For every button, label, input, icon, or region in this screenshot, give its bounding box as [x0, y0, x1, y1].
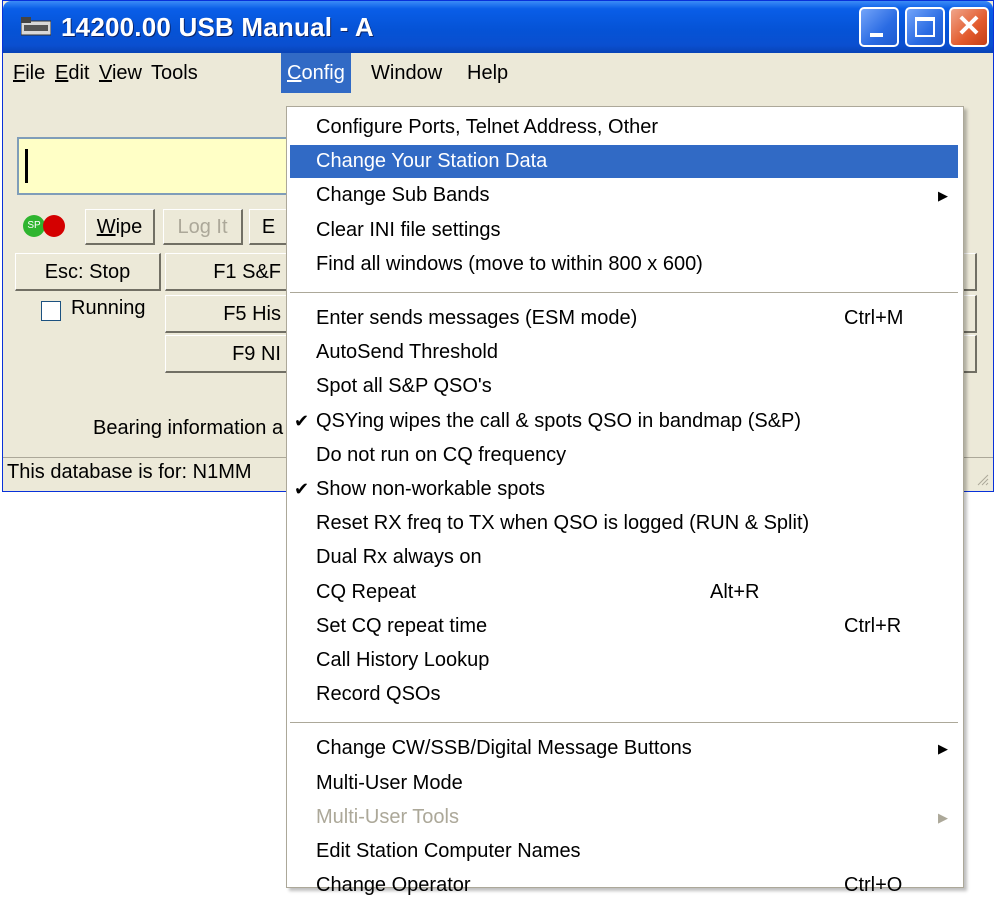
- menu-item[interactable]: Change Sub Bands ▶: [290, 179, 958, 212]
- menu-item-shortcut: Ctrl+R: [844, 614, 902, 637]
- menu-item-label: Set CQ repeat time: [316, 614, 488, 637]
- f1-button[interactable]: F1 S&F: [165, 253, 289, 291]
- f9-button[interactable]: F9 NI: [165, 335, 289, 373]
- submenu-arrow-icon: ▶: [938, 741, 948, 757]
- menu-item[interactable]: Set CQ repeat time Ctrl+R: [290, 610, 958, 643]
- menu-item-label: AutoSend Threshold: [316, 341, 498, 364]
- menu-item[interactable]: AutoSend Threshold: [290, 336, 958, 369]
- menu-item[interactable]: Record QSOs: [290, 678, 958, 711]
- menu-separator: [290, 722, 958, 724]
- menu-item-label: Change Operator: [316, 874, 471, 897]
- menu-item-label: Find all windows (move to within 800 x 6…: [316, 252, 703, 275]
- menu-item-label: Multi-User Tools: [316, 805, 459, 828]
- minimize-button[interactable]: [859, 7, 899, 47]
- menu-tools[interactable]: Tools: [145, 53, 204, 93]
- app-icon: [21, 17, 51, 36]
- callsign-entry[interactable]: [17, 137, 317, 195]
- menu-item-shortcut: Ctrl+O: [844, 874, 903, 897]
- log-it-button[interactable]: Log It: [163, 209, 243, 245]
- menu-item[interactable]: ✔ Show non-workable spots: [290, 473, 958, 506]
- menu-item-label: Dual Rx always on: [316, 546, 482, 569]
- menu-view[interactable]: View: [93, 53, 148, 93]
- menu-item: Multi-User Tools ▶: [290, 801, 958, 834]
- menu-item-label: QSYing wipes the call & spots QSO in ban…: [316, 409, 802, 432]
- config-menu: Configure Ports, Telnet Address, Other Ch…: [286, 106, 964, 896]
- running-label: Running: [71, 297, 146, 319]
- menu-item[interactable]: Configure Ports, Telnet Address, Other: [290, 111, 958, 144]
- edit-button[interactable]: E: [249, 209, 289, 245]
- close-icon: ✕: [956, 10, 982, 43]
- menu-item-label: Change CW/SSB/Digital Message Buttons: [316, 737, 692, 760]
- menu-help[interactable]: Help: [461, 53, 514, 93]
- running-checkbox[interactable]: [41, 301, 61, 321]
- menu-edit[interactable]: Edit: [49, 53, 95, 93]
- menu-item[interactable]: Enter sends messages (ESM mode) Ctrl+M: [290, 302, 958, 335]
- menu-item[interactable]: Do not run on CQ frequency: [290, 439, 958, 472]
- maximize-icon: [915, 17, 935, 37]
- status-text: This database is for: N1MM: [7, 461, 252, 483]
- menu-item[interactable]: Multi-User Mode: [290, 767, 958, 800]
- esc-stop-button[interactable]: Esc: Stop: [15, 253, 161, 291]
- f5-button[interactable]: F5 His: [165, 295, 289, 333]
- menu-item-shortcut: Ctrl+M: [844, 307, 904, 329]
- menu-item-label: Show non-workable spots: [316, 478, 546, 500]
- menu-item-label: Change Your Station Data: [316, 150, 548, 173]
- menu-item[interactable]: Change Operator Ctrl+O: [290, 869, 958, 902]
- menu-item-label: Clear INI file settings: [316, 218, 501, 241]
- menu-item-label: Record QSOs: [316, 683, 441, 706]
- menu-item[interactable]: Change Your Station Data: [290, 145, 958, 179]
- close-button[interactable]: ✕: [949, 7, 989, 47]
- checkmark-icon: ✔: [294, 479, 310, 499]
- text-caret: [25, 149, 28, 183]
- menu-item-label: CQ Repeat: [316, 580, 417, 603]
- menu-item[interactable]: Find all windows (move to within 800 x 6…: [290, 248, 958, 281]
- menu-item-label: Edit Station Computer Names: [316, 840, 581, 862]
- menu-item-label: Reset RX freq to TX when QSO is logged (…: [316, 512, 810, 535]
- menu-file[interactable]: File: [7, 53, 51, 93]
- run-indicator: [43, 215, 65, 237]
- menu-window[interactable]: Window: [365, 53, 448, 93]
- menu-item[interactable]: Dual Rx always on: [290, 541, 958, 574]
- menu-item-label: Call History Lookup: [316, 649, 490, 671]
- menu-separator: [290, 292, 958, 293]
- menu-item-label: Change Sub Bands: [316, 184, 490, 207]
- sp-indicator: SP: [23, 215, 45, 237]
- menu-item-label: Enter sends messages (ESM mode): [316, 307, 638, 329]
- menu-item[interactable]: Edit Station Computer Names: [290, 835, 958, 868]
- menu-item[interactable]: Clear INI file settings: [290, 214, 958, 247]
- menu-item[interactable]: Spot all S&P QSO's: [290, 370, 958, 403]
- menu-config[interactable]: Config: [281, 53, 351, 93]
- menu-item[interactable]: Reset RX freq to TX when QSO is logged (…: [290, 507, 958, 540]
- menu-item-shortcut: Alt+R: [710, 580, 760, 603]
- submenu-arrow-icon: ▶: [938, 188, 948, 204]
- checkmark-icon: ✔: [294, 410, 310, 431]
- menu-bar: File Edit View Tools Config Window Help: [3, 53, 993, 93]
- menu-item[interactable]: Change CW/SSB/Digital Message Buttons ▶: [290, 732, 958, 765]
- menu-item-label: Multi-User Mode: [316, 771, 463, 794]
- menu-item-label: Spot all S&P QSO's: [316, 375, 492, 398]
- minimize-icon: [870, 33, 883, 37]
- maximize-button[interactable]: [905, 7, 945, 47]
- title-bar[interactable]: 14200.00 USB Manual - A ✕: [3, 1, 993, 53]
- bearing-text: Bearing information a: [93, 417, 284, 439]
- wipe-button[interactable]: Wipe: [85, 209, 155, 245]
- menu-item-label: Configure Ports, Telnet Address, Other: [316, 116, 659, 138]
- submenu-arrow-icon: ▶: [938, 809, 948, 825]
- menu-item[interactable]: ✔ QSYing wipes the call & spots QSO in ba…: [290, 405, 958, 438]
- resize-grip-icon[interactable]: [975, 472, 989, 486]
- menu-item[interactable]: Call History Lookup: [290, 644, 958, 677]
- menu-item-label: Do not run on CQ frequency: [316, 443, 567, 466]
- menu-item[interactable]: CQ Repeat Alt+R: [290, 576, 958, 609]
- window-title: 14200.00 USB Manual - A: [61, 12, 374, 42]
